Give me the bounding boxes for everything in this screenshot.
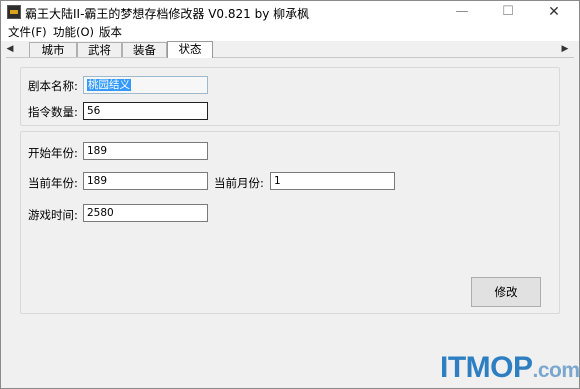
script-name-value: 桃园结义: [87, 79, 131, 91]
tab-city[interactable]: 城市: [29, 42, 77, 57]
menu-version[interactable]: 版本: [99, 24, 122, 40]
close-button[interactable]: ✕: [531, 1, 577, 23]
menu-function[interactable]: 功能(O): [53, 24, 94, 40]
script-name-label: 剧本名称:: [28, 79, 78, 93]
status-group: 开始年份: 当前年份: 当前月份: 游戏时间: 修改: [20, 131, 560, 314]
tab-equipment[interactable]: 装备: [122, 42, 167, 57]
menu-bar: 文件(F) 功能(O) 版本: [1, 23, 579, 41]
tab-generals[interactable]: 武将: [77, 42, 122, 57]
command-count-label: 指令数量:: [28, 105, 78, 119]
tab-strip: ◀ 城市 武将 装备 状态 ▶: [1, 41, 579, 58]
start-year-label: 开始年份:: [28, 146, 78, 160]
play-time-input[interactable]: [83, 204, 208, 222]
start-year-input[interactable]: [83, 142, 208, 160]
current-month-input[interactable]: [270, 172, 395, 190]
tab-scroll-right-icon[interactable]: ▶: [559, 42, 571, 56]
maximize-button[interactable]: ☐: [485, 1, 531, 23]
command-count-input[interactable]: [83, 102, 208, 120]
modify-button[interactable]: 修改: [471, 277, 541, 307]
status-tab-pane: 剧本名称: 桃园结义 指令数量: 开始年份: 当前年份: 当前月份: 游戏时间:…: [6, 57, 574, 386]
minimize-button[interactable]: —: [439, 1, 485, 23]
app-icon: [7, 5, 21, 19]
play-time-label: 游戏时间:: [28, 208, 78, 222]
app-window: 霸王大陆II-霸王的梦想存档修改器 V0.821 by 柳承枫 — ☐ ✕ 文件…: [0, 0, 580, 389]
menu-file[interactable]: 文件(F): [8, 24, 47, 40]
current-month-label: 当前月份:: [214, 176, 264, 190]
script-info-group: 剧本名称: 桃园结义 指令数量:: [20, 67, 560, 126]
script-name-field[interactable]: 桃园结义: [83, 76, 208, 94]
watermark-main: ITMOP: [440, 351, 533, 384]
title-bar: 霸王大陆II-霸王的梦想存档修改器 V0.821 by 柳承枫 — ☐ ✕: [1, 1, 579, 23]
window-title: 霸王大陆II-霸王的梦想存档修改器 V0.821 by 柳承枫: [25, 7, 310, 21]
watermark-logo: ITMOP.com: [440, 351, 580, 385]
tab-scroll-left-icon[interactable]: ◀: [4, 42, 16, 56]
current-year-input[interactable]: [83, 172, 208, 190]
current-year-label: 当前年份:: [28, 176, 78, 190]
watermark-suffix: .com: [532, 359, 580, 382]
tab-status[interactable]: 状态: [167, 41, 213, 58]
